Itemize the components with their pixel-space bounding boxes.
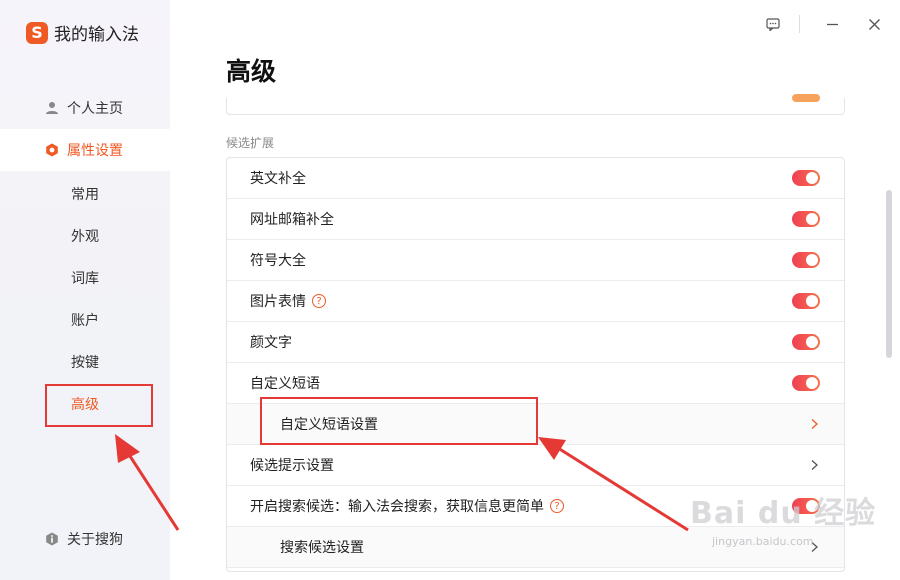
nav-about[interactable]: 关于搜狗 (45, 529, 123, 549)
nav-profile-label: 个人主页 (67, 101, 123, 117)
row-url-email-completion: 网址邮箱补全 (227, 199, 844, 240)
section-label: 候选扩展 (226, 136, 275, 150)
row-label: 自定义短语 (250, 376, 320, 392)
help-icon[interactable]: ? (312, 294, 326, 308)
nav-sub-lexicon[interactable]: 词库 (71, 268, 99, 288)
row-label: 开启搜索候选：输入法会搜索，获取信息更简单 ? (250, 496, 564, 516)
row-label-text: 开启搜索候选：输入法会搜索，获取信息更简单 (250, 499, 544, 515)
toggle-switch[interactable] (792, 293, 820, 309)
toggle-switch[interactable] (792, 170, 820, 186)
row-label: 网址邮箱补全 (250, 212, 334, 228)
row-label: 图片表情 ? (250, 291, 326, 311)
user-icon (46, 102, 58, 114)
row-image-emoji: 图片表情 ? (227, 281, 844, 322)
app-title: 我的输入法 (54, 25, 139, 45)
row-label: 英文补全 (250, 171, 306, 187)
toggle-knob (806, 172, 818, 184)
highlight-box-advanced (45, 384, 153, 427)
chevron-right-icon (811, 419, 818, 429)
scrollbar-thumb[interactable] (886, 190, 892, 358)
toggle-knob (806, 213, 818, 225)
nav-attributes-label: 属性设置 (67, 143, 123, 159)
nav-about-label: 关于搜狗 (67, 532, 123, 548)
feedback-icon[interactable] (763, 14, 783, 34)
minimize-icon[interactable] (822, 14, 842, 34)
sogou-logo-icon: S (26, 21, 48, 44)
row-label-text: 图片表情 (250, 294, 306, 310)
help-icon[interactable]: ? (550, 499, 564, 513)
toggle-switch[interactable] (792, 375, 820, 391)
row-label: 符号大全 (250, 253, 306, 269)
toggle-knob (806, 295, 818, 307)
watermark-url: jingyan.baidu.com (712, 535, 814, 548)
watermark-logo: Bai du 经验 (690, 496, 877, 531)
toggle-knob (806, 336, 818, 348)
window-controls (763, 14, 884, 34)
close-icon[interactable] (864, 14, 884, 34)
row-candidate-hint-settings[interactable]: 候选提示设置 (227, 445, 844, 486)
row-symbols: 符号大全 (227, 240, 844, 281)
nav-sub-common[interactable]: 常用 (71, 184, 99, 204)
nav-sub-keys[interactable]: 按键 (71, 352, 99, 372)
controls-divider (799, 15, 800, 33)
toggle-knob (806, 377, 818, 389)
row-kaomoji: 颜文字 (227, 322, 844, 363)
row-label: 搜索候选设置 (280, 540, 364, 556)
toggle-switch[interactable] (792, 211, 820, 227)
row-english-completion: 英文补全 (227, 158, 844, 199)
nav-attributes[interactable]: 属性设置 (0, 129, 170, 171)
info-icon (46, 532, 58, 546)
toggle-switch[interactable] (792, 334, 820, 350)
row-label: 候选提示设置 (250, 458, 334, 474)
highlight-box-custom-phrase-settings (260, 397, 538, 445)
sidebar: S 我的输入法 个人主页 属性设置 常用 外观 词库 账户 按键 高级 关于搜狗 (0, 0, 170, 580)
nav-profile[interactable]: 个人主页 (0, 87, 170, 129)
previous-card-fragment (226, 94, 845, 115)
row-label: 颜文字 (250, 335, 292, 351)
brand: S 我的输入法 (26, 20, 139, 45)
settings-hex-icon (46, 143, 58, 157)
nav-sub-account[interactable]: 账户 (71, 310, 99, 330)
toggle-knob (806, 254, 818, 266)
toggle-switch[interactable] (792, 252, 820, 268)
toggle-fragment (792, 94, 820, 102)
chevron-right-icon (811, 460, 818, 470)
page-title: 高级 (226, 57, 277, 86)
nav-sub-appearance[interactable]: 外观 (71, 226, 99, 246)
